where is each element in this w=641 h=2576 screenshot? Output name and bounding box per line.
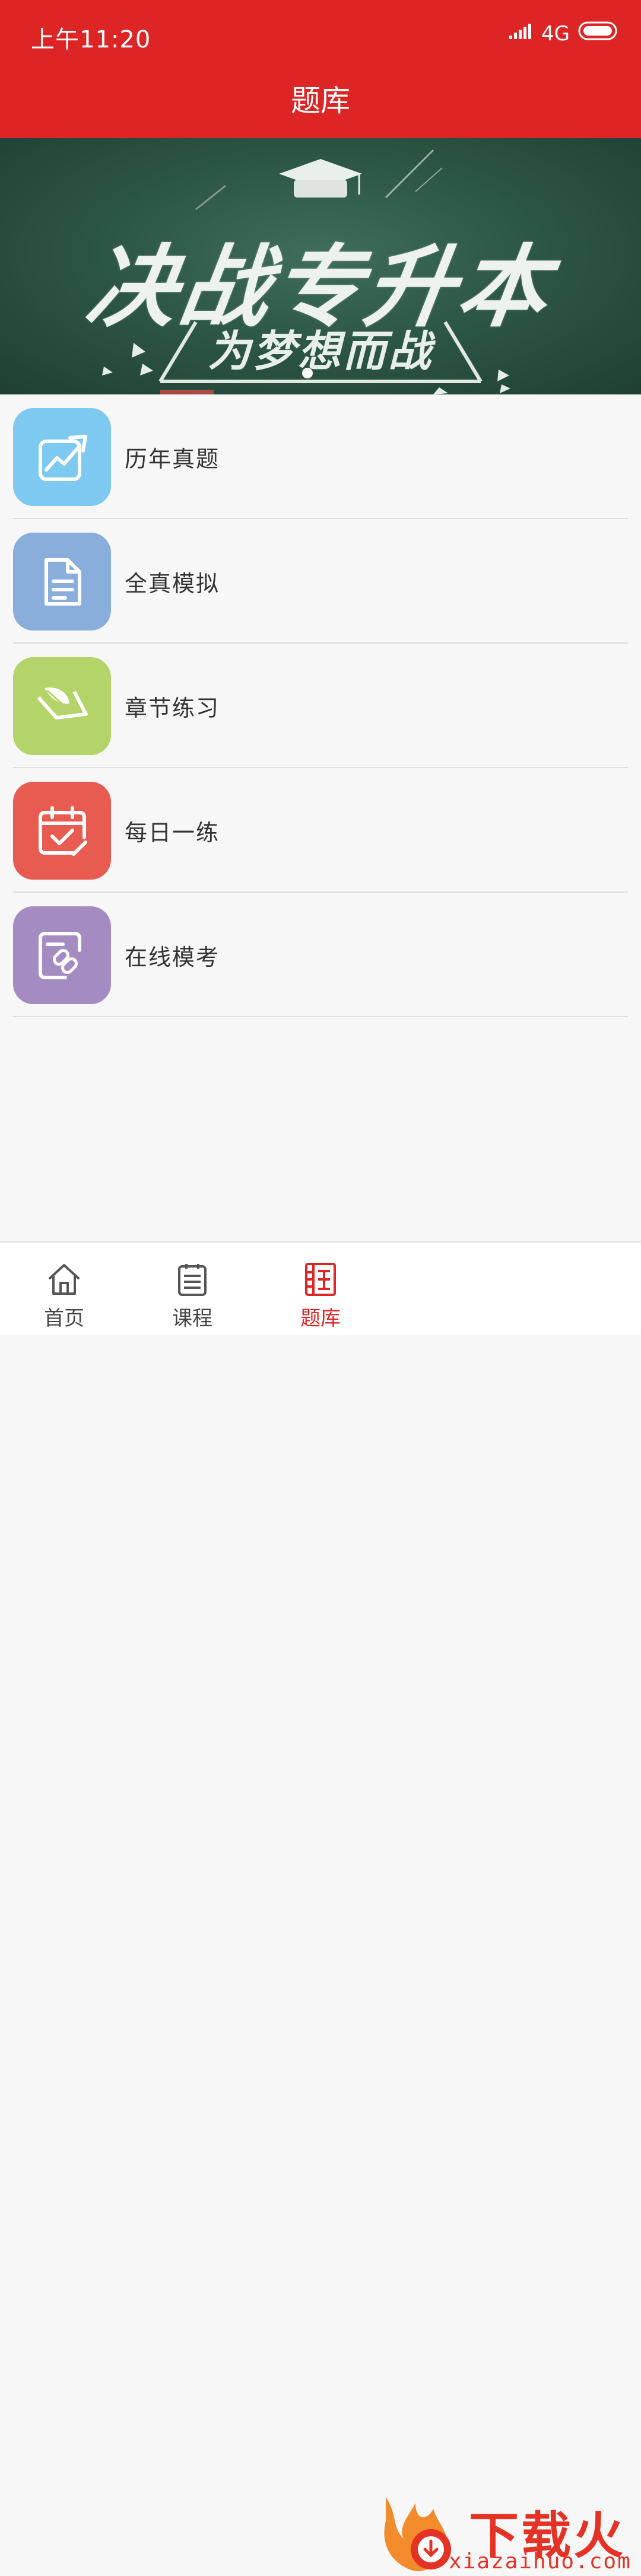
trend-chart-icon bbox=[13, 408, 111, 506]
calendar-check-icon bbox=[13, 782, 111, 880]
top-bar: 上午11:20 4G 题库 bbox=[0, 0, 641, 138]
banner-page-indicator bbox=[302, 368, 313, 378]
signal-icon bbox=[509, 22, 533, 46]
menu-item-chapter-practice[interactable]: 章节练习 bbox=[0, 644, 641, 768]
battery-icon bbox=[578, 21, 620, 46]
status-icons: 4G bbox=[509, 21, 620, 46]
clipboard-list-icon bbox=[174, 1262, 210, 1297]
tab-label: 课程 bbox=[172, 1307, 212, 1330]
home-icon bbox=[46, 1262, 82, 1297]
page-title: 题库 bbox=[291, 84, 350, 118]
bottom-tab-bar: 首页 课程 题库 下载火 xiazaihuo.com bbox=[0, 1241, 641, 2574]
menu-item-label: 全真模拟 bbox=[125, 571, 220, 597]
banner-subtitle: 为梦想而战 bbox=[207, 326, 433, 376]
tab-home[interactable]: 首页 bbox=[0, 1243, 128, 1335]
tab-label: 题库 bbox=[300, 1307, 341, 1330]
menu-item-label: 在线模考 bbox=[125, 944, 220, 970]
document-icon bbox=[13, 533, 111, 631]
status-time: 上午11:20 bbox=[31, 26, 151, 53]
link-edit-icon bbox=[13, 906, 111, 1004]
menu-item-full-mock[interactable]: 全真模拟 bbox=[0, 519, 641, 644]
menu-item-label: 每日一练 bbox=[125, 820, 220, 846]
tab-question-bank[interactable]: 题库 bbox=[256, 1243, 385, 1335]
tab-label: 首页 bbox=[44, 1307, 84, 1330]
quill-paper-icon bbox=[13, 657, 111, 755]
menu-item-online-exam[interactable]: 在线模考 bbox=[0, 893, 641, 1017]
question-bank-icon bbox=[303, 1262, 338, 1297]
watermark-url: xiazaihuo.com bbox=[449, 2549, 632, 2574]
watermark: 下载火 xiazaihuo.com bbox=[380, 2491, 641, 2576]
menu-item-daily-practice[interactable]: 每日一练 bbox=[0, 768, 641, 893]
promo-banner[interactable]: 决战专升本 为梦想而战 bbox=[0, 138, 641, 394]
question-bank-menu: 历年真题 全真模拟 章节练习 每日一练 在线模考 bbox=[0, 394, 641, 1017]
tab-courses[interactable]: 课程 bbox=[128, 1243, 256, 1335]
menu-item-label: 章节练习 bbox=[125, 695, 220, 721]
network-type: 4G bbox=[541, 21, 570, 46]
menu-item-past-exams[interactable]: 历年真题 bbox=[0, 394, 641, 519]
divider bbox=[13, 1016, 628, 1017]
menu-item-label: 历年真题 bbox=[125, 446, 220, 472]
